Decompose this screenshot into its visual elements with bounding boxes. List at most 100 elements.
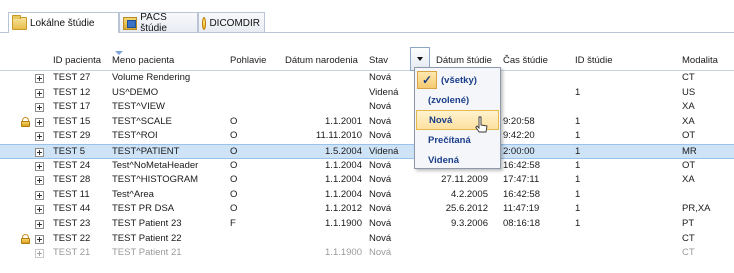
tab-pacs-studies[interactable]: PACS štúdie [119, 12, 198, 34]
cell-patient-name: Volume Rendering [112, 72, 191, 83]
column-header-state[interactable]: Stav [369, 55, 388, 66]
expand-row-icon[interactable] [35, 117, 44, 127]
column-header-study-id[interactable]: ID štúdie [575, 55, 613, 66]
expand-row-icon[interactable] [35, 132, 44, 142]
dicomdir-icon [202, 16, 207, 30]
cell-study-time: 2:00:00 [503, 146, 535, 157]
table-row[interactable]: TEST 12 US^DEMO Videná 1 US [0, 86, 734, 101]
column-header-sex[interactable]: Pohlavie [230, 55, 266, 66]
cell-birth-date: 1.5.2004 [325, 146, 362, 157]
cell-birth-date: 1.1.2001 [325, 115, 362, 127]
table-row[interactable]: TEST 23 TEST Patient 23 F 1.1.1900 Nová 9.3.2… [0, 217, 734, 232]
cell-patient-name: TEST^ROI [112, 130, 158, 142]
table-row[interactable]: TEST 22 TEST Patient 22 Nová CT [0, 232, 734, 247]
cell-patient-name: TEST Patient 21 [112, 247, 182, 259]
cell-study-id: 1 [575, 174, 581, 186]
expand-row-icon[interactable] [35, 234, 44, 244]
cell-study-id: 1 [575, 130, 581, 142]
expand-row-icon[interactable] [35, 103, 44, 113]
column-header-modality[interactable]: Modalita [682, 55, 718, 66]
dropdown-arrow-icon [417, 57, 423, 61]
cell-patient-name: TEST Patient 22 [112, 232, 182, 244]
cell-patient-id: TEST 11 [53, 188, 90, 200]
expand-row-icon[interactable] [35, 190, 44, 200]
table-row[interactable]: TEST 21 TEST Patient 21 1.1.1900 Nová CT [0, 246, 734, 261]
cell-sex: O [230, 146, 238, 157]
cell-state: Nová [369, 188, 392, 200]
expand-row-icon[interactable] [35, 249, 44, 259]
cell-study-time: 16:42:58 [503, 188, 540, 200]
cell-patient-id: TEST 15 [53, 115, 91, 127]
cell-study-time: 9:42:20 [503, 130, 535, 142]
expand-row-icon[interactable] [35, 176, 44, 186]
filter-option[interactable]: (zvolené) [415, 90, 500, 110]
cell-state: Videná [369, 146, 399, 157]
cell-patient-name: TEST Patient 23 [112, 218, 182, 229]
tab-dicomdir-label: DICOMDIR [209, 17, 260, 29]
cell-modality: MR [682, 146, 697, 157]
filter-option[interactable]: ✓ (všetky) [415, 70, 500, 90]
cell-patient-name: TEST^PATIENT [112, 146, 180, 157]
cell-patient-name: Test^NoMetaHeader [112, 159, 199, 171]
lock-icon [21, 116, 30, 127]
cell-patient-id: TEST 22 [53, 232, 91, 244]
cell-modality: PT [682, 218, 695, 229]
table-row[interactable]: TEST 44 TEST PR DSA O 1.1.2012 Nová 25.6.2012… [0, 202, 734, 217]
table-row[interactable]: TEST 27 Volume Rendering Nová CT [0, 71, 734, 86]
cell-state: Nová [369, 115, 392, 127]
table-row[interactable]: TEST 17 TEST^VIEW Nová XA [0, 100, 734, 115]
expand-row-icon[interactable] [35, 205, 44, 215]
cell-state: Nová [369, 174, 392, 186]
tab-dicomdir[interactable]: DICOMDIR [198, 12, 265, 33]
cell-modality: XA [682, 115, 695, 127]
cell-state: Nová [369, 130, 392, 142]
table-row[interactable]: TEST 29 TEST^ROI O 11.11.2010 Nová 9:42:20 1 OT [0, 129, 734, 144]
cell-study-date: 9.3.2006 [451, 218, 488, 229]
cell-modality: OT [682, 159, 696, 171]
expand-row-icon[interactable] [35, 88, 44, 98]
tab-pacs-studies-label: PACS štúdie [140, 12, 167, 34]
cell-study-id: 1 [575, 115, 581, 127]
expand-row-icon[interactable] [35, 220, 44, 229]
expand-row-icon[interactable] [35, 148, 44, 157]
tab-local-studies[interactable]: Lokálne štúdie [8, 12, 119, 33]
table-row[interactable]: TEST 28 TEST^HISTOGRAM O 1.1.2004 Nová 27.11.… [0, 173, 734, 188]
cell-patient-name: US^DEMO [112, 86, 159, 98]
tab-local-studies-label: Lokálne štúdie [30, 17, 95, 29]
cell-birth-date: 1.1.2004 [325, 159, 362, 171]
lock-icon [21, 233, 30, 244]
checkmark-icon: ✓ [417, 71, 437, 89]
cell-study-id: 1 [575, 159, 581, 171]
table-row[interactable]: TEST 5 TEST^PATIENT O 1.5.2004 Videná 2:00:00… [0, 144, 734, 159]
column-header-study-time[interactable]: Čas štúdie [503, 55, 548, 66]
table-row[interactable]: TEST 24Test^NoMetaHeaderO1.1.2004Nová4.8… [0, 159, 734, 174]
column-header-patient-id[interactable]: ID pacienta [53, 55, 101, 66]
cell-patient-id: TEST 44 [53, 203, 91, 215]
cell-study-id: 1 [575, 146, 581, 157]
column-header-study-date[interactable]: Dátum štúdie [436, 55, 492, 66]
cell-study-date: 27.11.2009 [441, 174, 488, 186]
filter-option-label: Videná [428, 154, 459, 166]
cell-study-date: 4.2.2005 [451, 188, 488, 200]
expand-row-icon[interactable] [35, 74, 44, 83]
cell-patient-name: TEST PR DSA [112, 203, 175, 215]
cell-sex: F [230, 218, 236, 229]
table-row[interactable]: TEST 11 Test^Area O 1.1.2004 Nová 4.2.2005 16:… [0, 188, 734, 203]
cell-study-id: 1 [575, 86, 581, 98]
cell-sex: O [230, 130, 238, 142]
cell-sex: O [230, 188, 238, 200]
cell-modality: CT [682, 247, 695, 259]
cell-study-time: 11:47:19 [503, 203, 540, 215]
cell-state: Nová [369, 72, 392, 83]
column-header-birth-date[interactable]: Dátum narodenia [285, 55, 358, 66]
column-header-patient-name[interactable]: Meno pacienta [112, 55, 174, 66]
cell-birth-date: 1.1.1900 [325, 218, 362, 229]
cell-modality: CT [682, 232, 695, 244]
cell-patient-name: TEST^SCALE [112, 115, 172, 127]
filter-option-label: (všetky) [441, 74, 477, 86]
filter-option[interactable]: Videná [415, 150, 500, 170]
table-row[interactable]: TEST 15 TEST^SCALE O 1.1.2001 Nová 9:20:58 1 XA [0, 115, 734, 130]
cell-study-id: 1 [575, 203, 581, 215]
expand-row-icon[interactable] [35, 161, 44, 171]
studies-grid: ID pacienta Meno pacienta Pohlavie Dátum… [0, 33, 734, 273]
